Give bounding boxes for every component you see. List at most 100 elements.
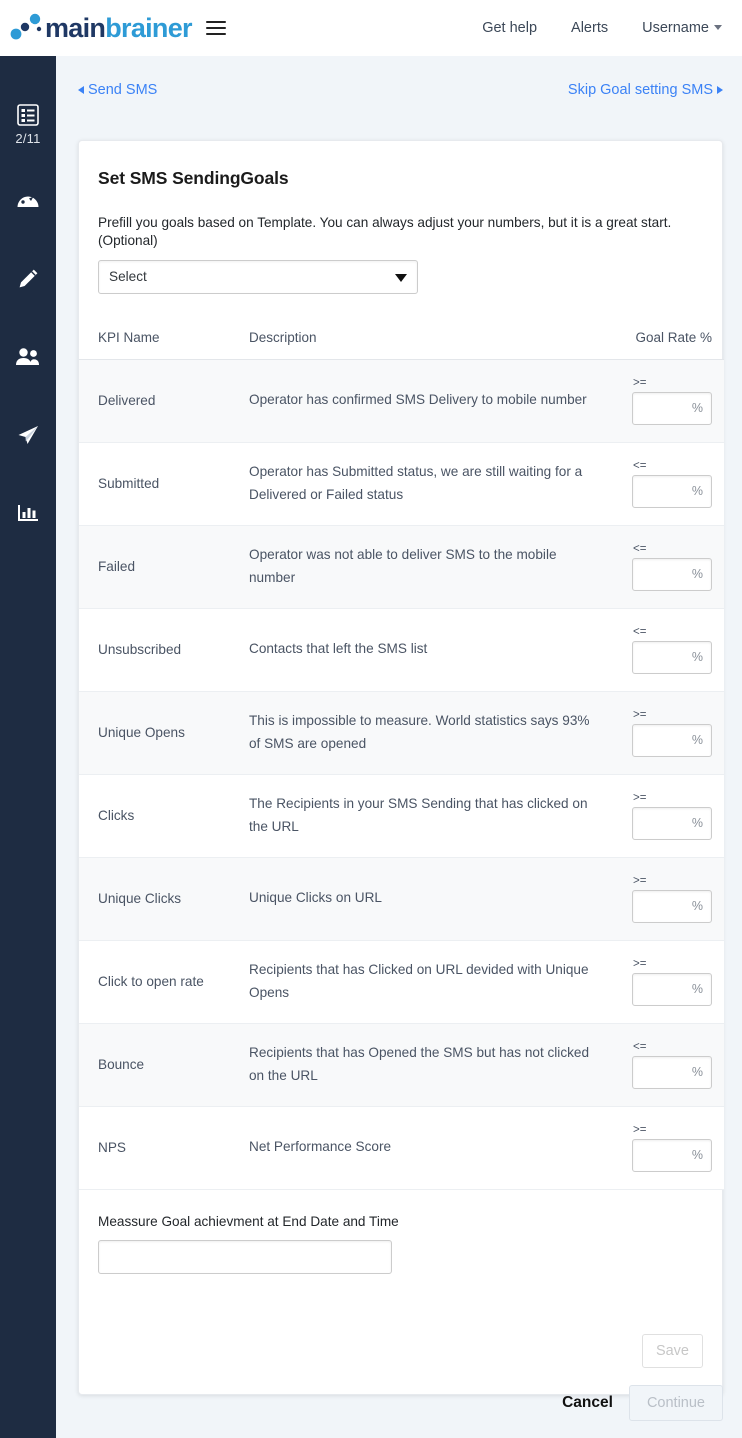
logo-wordmark: mainbrainer (45, 12, 193, 43)
goal-field-wrapper: >= % (632, 1124, 712, 1172)
goal-rate-input[interactable]: % (632, 723, 712, 757)
cell-description: Net Performance Score (249, 1106, 613, 1190)
column-header-goal-rate: Goal Rate % (613, 329, 724, 360)
operator-label: >= (633, 708, 647, 721)
table-row: Unsubscribed Contacts that left the SMS … (79, 608, 724, 692)
breadcrumb-back-link[interactable]: Send SMS (78, 82, 157, 98)
sidebar-item-dashboard[interactable] (15, 188, 41, 214)
percent-sign: % (691, 484, 703, 499)
column-header-description: Description (249, 329, 613, 360)
goal-field-wrapper: >= % (632, 377, 712, 425)
percent-sign: % (691, 567, 703, 582)
breadcrumb-back-label: Send SMS (88, 82, 158, 98)
people-icon (16, 348, 39, 365)
sidebar-item-contacts[interactable] (15, 344, 41, 370)
top-bar: mainbrainer Get help Alerts Username (0, 0, 742, 56)
table-row: Unique Opens This is impossible to measu… (79, 691, 724, 775)
cell-kpi-name: Submitted (79, 442, 249, 526)
nav-alerts[interactable]: Alerts (571, 20, 608, 36)
cell-description: Contacts that left the SMS list (249, 608, 613, 692)
cell-goal-rate: <= % (613, 608, 724, 692)
breadcrumb-skip-link[interactable]: Skip Goal setting SMS (568, 82, 723, 98)
cell-goal-rate: >= % (613, 940, 724, 1024)
chevron-down-icon (714, 25, 722, 30)
cancel-button[interactable]: Cancel (558, 1388, 617, 1418)
operator-label: >= (633, 957, 647, 970)
percent-sign: % (691, 1148, 703, 1163)
goal-field-wrapper: <= % (632, 460, 712, 508)
goal-rate-input[interactable]: % (632, 1055, 712, 1089)
cell-kpi-name: Bounce (79, 1023, 249, 1107)
operator-label: >= (633, 791, 647, 804)
brand-logo[interactable]: mainbrainer (10, 12, 193, 43)
table-row: Submitted Operator has Submitted status,… (79, 442, 724, 526)
table-head: KPI Name Description Goal Rate % (79, 329, 724, 360)
dashboard-gauge-icon (17, 196, 39, 207)
triangle-right-icon (717, 86, 723, 94)
percent-sign: % (691, 401, 703, 416)
nav-username[interactable]: Username (642, 20, 722, 36)
logo-dots-icon (10, 13, 42, 40)
table-header-row: KPI Name Description Goal Rate % (79, 329, 724, 360)
goal-rate-input[interactable]: % (632, 557, 712, 591)
pencil-icon (19, 269, 38, 288)
goal-rate-input[interactable]: % (632, 474, 712, 508)
table-row: Clicks The Recipients in your SMS Sendin… (79, 774, 724, 858)
percent-sign: % (691, 733, 703, 748)
cell-description: Recipients that has Clicked on URL devid… (249, 940, 613, 1024)
paper-plane-icon (18, 426, 38, 444)
goal-rate-input[interactable]: % (632, 391, 712, 425)
cell-goal-rate: <= % (613, 442, 724, 526)
goal-rate-input[interactable]: % (632, 889, 712, 923)
breadcrumb: Send SMS Skip Goal setting SMS (78, 82, 723, 98)
cell-goal-rate: >= % (613, 857, 724, 941)
logo-text-brainer: brainer (105, 12, 192, 43)
triangle-left-icon (78, 86, 84, 94)
end-date-time-input[interactable] (98, 1239, 392, 1274)
percent-sign: % (691, 816, 703, 831)
page-content: Send SMS Skip Goal setting SMS Set SMS S… (56, 56, 742, 1438)
cell-kpi-name: Failed (79, 525, 249, 609)
template-select[interactable]: Select (98, 259, 418, 294)
cell-goal-rate: >= % (613, 1106, 724, 1190)
sidebar-item-reports[interactable] (15, 500, 41, 526)
cell-description: Operator has Submitted status, we are st… (249, 442, 613, 526)
goal-field-wrapper: <= % (632, 626, 712, 674)
save-row: Save (79, 1274, 722, 1394)
continue-button[interactable]: Continue (628, 1385, 723, 1421)
table-row: NPS Net Performance Score >= % (79, 1106, 724, 1190)
percent-sign: % (691, 899, 703, 914)
measure-label: Meassure Goal achievment at End Date and… (98, 1213, 399, 1229)
cell-description: Recipients that has Opened the SMS but h… (249, 1023, 613, 1107)
goal-field-wrapper: <= % (632, 543, 712, 591)
goal-field-wrapper: >= % (632, 875, 712, 923)
cell-goal-rate: >= % (613, 774, 724, 858)
sidebar-item-send[interactable] (15, 422, 41, 448)
goal-field-wrapper: <= % (632, 1041, 712, 1089)
table-body: Delivered Operator has confirmed SMS Del… (79, 359, 724, 1190)
cell-kpi-name: Unique Clicks (79, 857, 249, 941)
cell-kpi-name: Unsubscribed (79, 608, 249, 692)
table-row: Bounce Recipients that has Opened the SM… (79, 1023, 724, 1107)
goal-field-wrapper: >= % (632, 958, 712, 1006)
breadcrumb-skip-label: Skip Goal setting SMS (567, 82, 713, 98)
sidebar-step-indicator[interactable]: 2/11 (15, 104, 40, 146)
goal-rate-input[interactable]: % (632, 1138, 712, 1172)
logo-text-main: main (45, 12, 106, 43)
measure-section: Meassure Goal achievment at End Date and… (79, 1190, 722, 1274)
sidebar-step-counter: 2/11 (15, 131, 41, 146)
column-header-kpi-name: KPI Name (79, 329, 249, 360)
kpi-goals-table: KPI Name Description Goal Rate % Deliver… (79, 329, 724, 1190)
cell-goal-rate: >= % (613, 691, 724, 775)
template-select-wrapper: Select (98, 259, 418, 294)
goal-rate-input[interactable]: % (632, 806, 712, 840)
goal-field-wrapper: >= % (632, 792, 712, 840)
save-button[interactable]: Save (641, 1333, 703, 1368)
goal-rate-input[interactable]: % (632, 972, 712, 1006)
cell-kpi-name: Click to open rate (79, 940, 249, 1024)
hamburger-icon[interactable] (205, 18, 226, 38)
cell-kpi-name: Unique Opens (79, 691, 249, 775)
goal-rate-input[interactable]: % (632, 640, 712, 674)
nav-get-help[interactable]: Get help (482, 20, 537, 36)
sidebar-item-edit[interactable] (15, 266, 41, 292)
